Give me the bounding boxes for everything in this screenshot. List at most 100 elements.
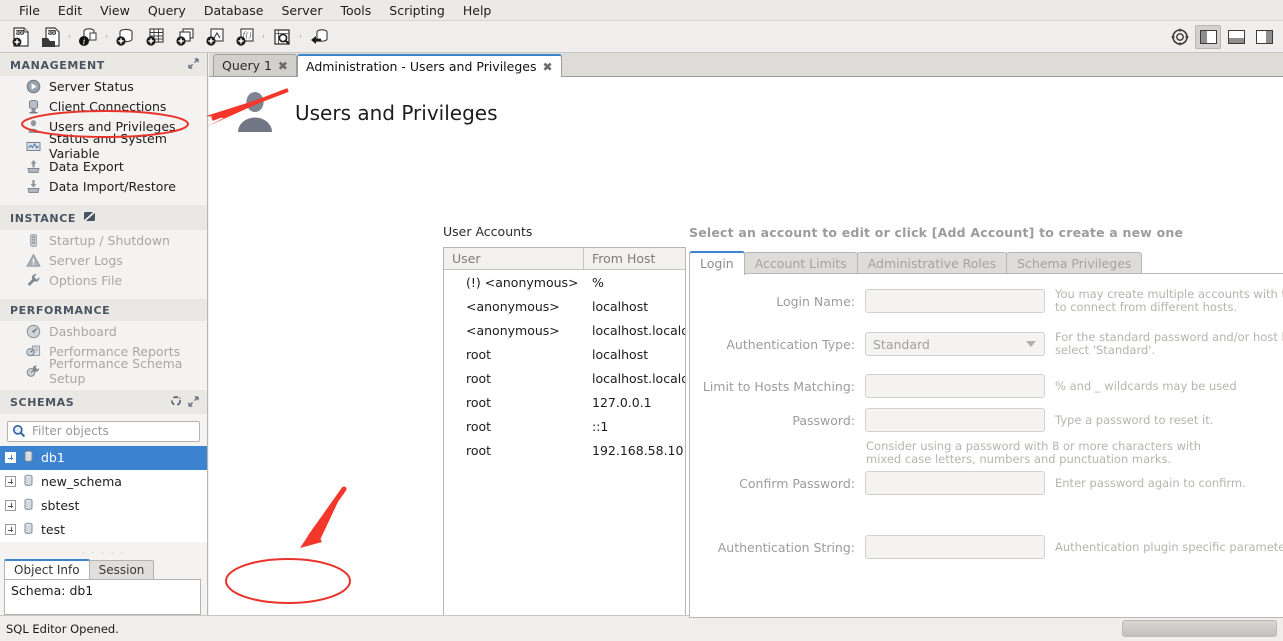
play-circle-icon	[24, 78, 42, 94]
create-view-icon[interactable]	[170, 23, 200, 51]
table-row[interactable]: root ::1	[444, 414, 685, 438]
open-sql-script-icon[interactable]: SQL	[36, 23, 66, 51]
tab-query-1[interactable]: Query 1 ✖	[213, 54, 297, 76]
sidebar-item-performance-schema-setup[interactable]: Performance Schema Setup	[0, 356, 207, 386]
panel-bottom-glyph	[1227, 30, 1245, 44]
hint-authentication-string: Authentication plugin specific parameter…	[1055, 539, 1283, 554]
sidebar-item-data-import-restore[interactable]: Data Import/Restore	[0, 176, 207, 196]
password-input[interactable]	[865, 408, 1045, 432]
table-row[interactable]: <anonymous> localhost.locald	[444, 318, 685, 342]
field-authentication-type: Authentication Type: Standard For the st…	[685, 331, 1283, 357]
tab-administration-users-and-privileges[interactable]: Administration - Users and Privileges ✖	[296, 54, 562, 77]
hint-limit-hosts: % and _ wildcards may be used	[1055, 378, 1237, 393]
confirm-password-input[interactable]	[865, 471, 1045, 495]
menu-view[interactable]: View	[91, 1, 139, 20]
schema-info-icon[interactable]: i	[73, 23, 103, 51]
wrench-icon	[24, 272, 42, 288]
reconnect-dbms-icon[interactable]	[304, 23, 334, 51]
expander-icon[interactable]	[5, 452, 16, 463]
svg-text:SQL: SQL	[16, 30, 25, 36]
svg-text:i: i	[83, 37, 86, 46]
section-title-schemas: SCHEMAS	[10, 396, 75, 409]
expand-icon[interactable]	[188, 58, 199, 72]
tree-item-new-schema[interactable]: new_schema	[0, 470, 207, 494]
authentication-type-select[interactable]: Standard	[865, 332, 1045, 356]
sidebar-item-dashboard[interactable]: Dashboard	[0, 321, 207, 341]
panel-splitter-handle[interactable]: · · · · ·	[0, 549, 207, 559]
no-connection-icon	[83, 210, 96, 226]
table-row[interactable]: root localhost	[444, 342, 685, 366]
sidebar-label: Dashboard	[49, 323, 117, 339]
account-detail-tabs: Login Account Limits Administrative Role…	[689, 251, 1143, 275]
expander-icon[interactable]	[5, 524, 16, 535]
cell-user: root	[466, 442, 492, 458]
tab-account-limits[interactable]: Account Limits	[743, 252, 858, 275]
menu-help[interactable]: Help	[454, 1, 501, 20]
user-accounts-table[interactable]: User From Host (!) <anonymous> % <anonym…	[443, 247, 686, 640]
table-row[interactable]: root 192.168.58.10	[444, 438, 685, 462]
tab-login[interactable]: Login	[689, 251, 745, 275]
cell-host: ::1	[592, 418, 609, 434]
tab-schema-privileges[interactable]: Schema Privileges	[1006, 252, 1143, 275]
menu-file[interactable]: File	[10, 1, 49, 20]
sidebar-item-startup-shutdown[interactable]: Startup / Shutdown	[0, 230, 207, 250]
table-row[interactable]: root 127.0.0.1	[444, 390, 685, 414]
authentication-string-input[interactable]	[865, 535, 1045, 559]
section-title-instance: INSTANCE	[10, 211, 76, 225]
menu-scripting[interactable]: Scripting	[380, 1, 454, 20]
tree-item-sbtest[interactable]: sbtest	[0, 494, 207, 518]
search-data-icon[interactable]	[267, 23, 297, 51]
label-authentication-string: Authentication String:	[717, 539, 855, 555]
column-header-user[interactable]: User	[444, 248, 584, 269]
object-info-panel: · · · · · Object Info Session Schema: db…	[0, 549, 207, 615]
schema-filter-container	[0, 414, 207, 446]
hint-authentication-type: For the standard password and/or host ba…	[1055, 330, 1283, 357]
menu-database[interactable]: Database	[195, 1, 273, 20]
tab-object-info[interactable]: Object Info	[4, 559, 90, 579]
menu-query[interactable]: Query	[139, 1, 195, 20]
close-icon[interactable]: ✖	[542, 60, 552, 74]
create-procedure-icon[interactable]	[200, 23, 230, 51]
menu-edit[interactable]: Edit	[49, 1, 91, 20]
expander-icon[interactable]	[5, 500, 16, 511]
target-icon[interactable]	[1167, 25, 1193, 49]
sidebar-item-status-and-system-variable[interactable]: Status and System Variable	[0, 131, 207, 161]
sidebar-label: Options File	[49, 272, 123, 288]
section-title-management: MANAGEMENT	[10, 58, 105, 72]
sidebar-bottom-toggle[interactable]	[1223, 25, 1249, 49]
panel-left-glyph	[1199, 30, 1217, 44]
sidebar-item-client-connections[interactable]: Client Connections	[0, 96, 207, 116]
sidebar-right-toggle[interactable]	[1251, 25, 1277, 49]
new-sql-tab-icon[interactable]: SQL	[6, 23, 36, 51]
sidebar-label: Startup / Shutdown	[49, 232, 170, 248]
tab-label: Query 1	[222, 58, 272, 73]
menu-tools[interactable]: Tools	[331, 1, 380, 20]
expander-icon[interactable]	[5, 476, 16, 487]
table-row[interactable]: root localhost.locald	[444, 366, 685, 390]
tab-session[interactable]: Session	[88, 560, 155, 579]
tab-administrative-roles[interactable]: Administrative Roles	[856, 252, 1008, 275]
search-input[interactable]	[7, 420, 200, 442]
create-function-icon[interactable]: f()	[230, 23, 260, 51]
sidebar-item-server-logs[interactable]: Server Logs	[0, 250, 207, 270]
table-row[interactable]: <anonymous> localhost	[444, 294, 685, 318]
create-schema-icon[interactable]	[110, 23, 140, 51]
create-table-icon[interactable]	[140, 23, 170, 51]
sidebar-item-server-status[interactable]: Server Status	[0, 76, 207, 96]
schema-setup-icon	[24, 363, 42, 379]
expand-icon[interactable]	[188, 395, 199, 410]
limit-hosts-input[interactable]	[865, 374, 1045, 398]
column-header-from-host[interactable]: From Host	[584, 248, 685, 269]
tree-item-db1[interactable]: db1	[0, 445, 207, 470]
tree-item-test[interactable]: test	[0, 518, 207, 542]
sidebar-item-options-file[interactable]: Options File	[0, 270, 207, 290]
menu-server[interactable]: Server	[272, 1, 331, 20]
user-icon	[24, 118, 42, 134]
sidebar-left-toggle[interactable]	[1195, 25, 1221, 49]
table-row[interactable]: (!) <anonymous> %	[444, 270, 685, 294]
database-icon	[22, 522, 35, 538]
login-name-input[interactable]	[865, 289, 1045, 313]
refresh-schemas-icon[interactable]	[170, 395, 182, 410]
close-icon[interactable]: ✖	[278, 59, 288, 73]
field-limit-hosts: Limit to Hosts Matching: % and _ wildcar…	[685, 374, 1237, 398]
